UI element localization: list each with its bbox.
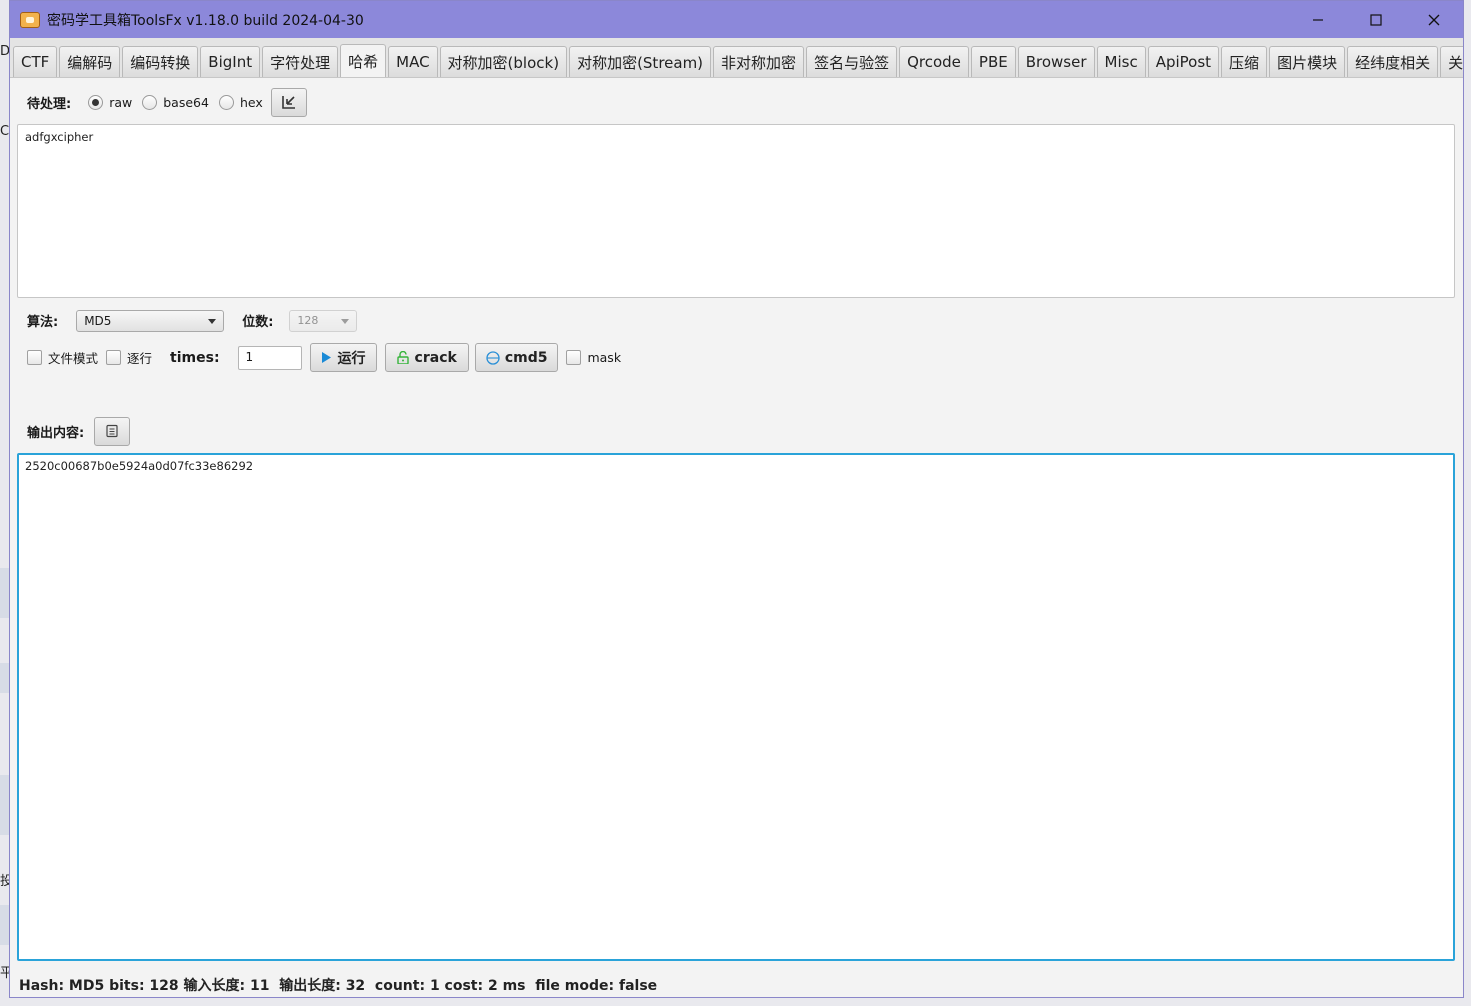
radio-hex[interactable] xyxy=(218,94,234,110)
chevron-down-icon xyxy=(341,318,350,324)
maximize-button[interactable] xyxy=(1347,1,1405,38)
output-textarea[interactable]: 2520c00687b0e5924a0d07fc33e86292 xyxy=(17,453,1455,961)
input-encoding-row: 待处理: raw base64 hex xyxy=(17,80,1456,124)
output-label: 输出内容: xyxy=(27,425,85,441)
minimize-button[interactable] xyxy=(1289,1,1347,38)
unlock-icon xyxy=(396,351,409,364)
import-icon xyxy=(281,96,295,109)
close-icon xyxy=(1428,14,1440,25)
chevron-down-icon xyxy=(208,318,217,324)
status-bar: Hash: MD5 bits: 128 输入长度: 11 输出长度: 32 co… xyxy=(19,977,658,994)
times-input[interactable]: 1 xyxy=(237,345,302,370)
radio-base64-label[interactable]: base64 xyxy=(163,95,209,110)
main-tabs: CTF 编解码 编码转换 BigInt 字符处理 哈希 MAC 对称加密(blo… xyxy=(10,38,1463,78)
window-title: 密码学工具箱ToolsFx v1.18.0 build 2024-04-30 xyxy=(47,12,364,29)
line-by-line-label[interactable]: 逐行 xyxy=(127,348,152,367)
tab-compress[interactable]: 压缩 xyxy=(1221,46,1268,77)
tab-geo[interactable]: 经纬度相关 xyxy=(1347,46,1439,77)
algorithm-select[interactable]: MD5 xyxy=(76,309,225,332)
tab-browser[interactable]: Browser xyxy=(1017,46,1095,77)
tab-qrcode[interactable]: Qrcode xyxy=(899,46,969,77)
crack-button[interactable]: crack xyxy=(384,343,469,372)
mask-checkbox[interactable] xyxy=(566,350,582,365)
line-by-line-checkbox[interactable] xyxy=(106,350,122,365)
cmd5-button[interactable]: cmd5 xyxy=(474,343,559,372)
tab-string-process[interactable]: 字符处理 xyxy=(262,46,339,77)
cmd5-button-label: cmd5 xyxy=(504,349,548,366)
tab-signature[interactable]: 签名与验签 xyxy=(806,46,898,77)
import-button[interactable] xyxy=(270,87,307,117)
tab-pbe[interactable]: PBE xyxy=(970,46,1016,77)
window-controls xyxy=(1289,1,1463,38)
radio-raw-label[interactable]: raw xyxy=(109,95,132,110)
maximize-icon xyxy=(1370,13,1382,26)
tab-symmetric-block[interactable]: 对称加密(block) xyxy=(439,46,568,77)
algorithm-value: MD5 xyxy=(84,313,112,328)
file-mode-checkbox[interactable] xyxy=(27,350,42,365)
times-label: times: xyxy=(170,349,220,366)
tab-hash[interactable]: 哈希 xyxy=(340,44,387,77)
output-row: 输出内容: xyxy=(17,416,1456,446)
app-window: 密码学工具箱ToolsFx v1.18.0 build 2024-04-30 C… xyxy=(9,0,1464,998)
input-textarea[interactable]: adfgxcipher xyxy=(17,124,1455,298)
hash-panel: 待处理: raw base64 hex adfgxcipher 算法: MD5 xyxy=(10,80,1463,961)
desktop-text-fragment: C xyxy=(0,124,10,139)
tab-encoding-convert[interactable]: 编码转换 xyxy=(122,46,199,77)
tab-image-module[interactable]: 图片模块 xyxy=(1269,46,1346,77)
globe-icon xyxy=(486,350,500,365)
tab-ctf[interactable]: CTF xyxy=(13,46,58,77)
tab-misc[interactable]: Misc xyxy=(1096,46,1146,77)
tab-mac[interactable]: MAC xyxy=(388,46,438,77)
mask-label[interactable]: mask xyxy=(587,350,621,365)
bits-value: 128 xyxy=(297,314,319,327)
radio-hex-label[interactable]: hex xyxy=(240,95,263,110)
app-icon xyxy=(20,11,40,28)
radio-raw[interactable] xyxy=(88,94,104,110)
bits-label: 位数: xyxy=(242,315,274,330)
minimize-icon xyxy=(1313,18,1323,21)
crack-button-label: crack xyxy=(414,349,457,366)
run-button[interactable]: 运行 xyxy=(309,343,377,372)
copy-button[interactable] xyxy=(94,416,131,446)
copy-icon xyxy=(106,424,118,438)
bits-select[interactable]: 128 xyxy=(289,309,358,332)
input-label: 待处理: xyxy=(27,96,72,112)
tab-about[interactable]: 关于 xyxy=(1440,46,1463,77)
options-row: 文件模式 逐行 times: 1 运行 crack cmd5 mask xyxy=(17,343,1456,372)
algorithm-row: 算法: MD5 位数: 128 xyxy=(17,298,1456,343)
tab-apipost[interactable]: ApiPost xyxy=(1147,46,1220,77)
close-button[interactable] xyxy=(1405,1,1463,38)
tab-codec[interactable]: 编解码 xyxy=(59,46,121,77)
run-button-label: 运行 xyxy=(337,350,366,367)
algorithm-label: 算法: xyxy=(27,315,59,330)
tab-asymmetric[interactable]: 非对称加密 xyxy=(713,46,805,77)
file-mode-label[interactable]: 文件模式 xyxy=(48,348,98,367)
play-icon xyxy=(321,352,331,363)
tab-bigint[interactable]: BigInt xyxy=(200,46,261,77)
radio-base64[interactable] xyxy=(142,94,158,110)
tab-symmetric-stream[interactable]: 对称加密(Stream) xyxy=(569,46,712,77)
title-bar[interactable]: 密码学工具箱ToolsFx v1.18.0 build 2024-04-30 xyxy=(10,1,1463,38)
